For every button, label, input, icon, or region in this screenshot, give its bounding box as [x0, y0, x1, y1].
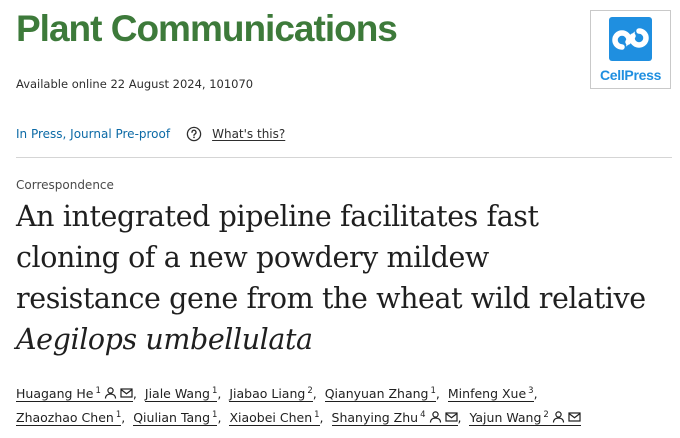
author-jiabao-liang[interactable]: Jiabao Liang 2 — [229, 385, 313, 402]
author-shanying-zhu[interactable]: Shanying Zhu 4 — [331, 409, 458, 426]
author-name: Qiulian Tang — [133, 410, 211, 425]
affiliation-sup: 3 — [528, 385, 534, 396]
author-qianyuan-zhang[interactable]: Qianyuan Zhang 1 — [324, 386, 436, 402]
author-zhaozhao-chen[interactable]: Zhaozhao Chen 1 — [16, 410, 122, 426]
author-huagang-he[interactable]: Huagang He 1 — [16, 386, 133, 402]
author-line-2: Zhaozhao Chen 1, Qiulian Tang 1, Xiaobei C… — [16, 406, 676, 430]
whats-this-link[interactable]: What's this? — [212, 127, 285, 141]
article-type: Correspondence — [16, 178, 114, 192]
journal-title[interactable]: Plant Communications — [16, 8, 398, 50]
title-line: cloning of a new powdery mildew — [16, 241, 489, 274]
divider — [16, 157, 672, 158]
author-name: Jiabao Liang — [229, 386, 306, 401]
title-species: Aegilops umbellulata — [16, 323, 313, 356]
in-press-link[interactable]: In Press, Journal Pre-proof — [16, 127, 170, 141]
person-icon — [552, 411, 564, 423]
cellpress-label: CellPress — [599, 67, 662, 83]
status-row: In Press, Journal Pre-proof What's this? — [16, 125, 285, 143]
author-name: Minfeng Xue — [447, 386, 527, 401]
author-name: Yajun Wang — [469, 410, 542, 425]
article-title: An integrated pipeline facilitates fast … — [16, 196, 676, 360]
author-name: Qianyuan Zhang — [324, 386, 429, 401]
author-line-1: Huagang He 1, Jiale Wang 1, Jiabao Liang 2,… — [16, 385, 538, 402]
author-xiaobei-chen[interactable]: Xiaobei Chen 1 — [229, 409, 320, 426]
question-circle-icon[interactable] — [186, 126, 202, 142]
email-icon — [120, 388, 133, 398]
availability-date: Available online 22 August 2024, 101070 — [16, 77, 254, 91]
author-name: Huagang He — [16, 386, 94, 401]
email-icon — [444, 412, 458, 422]
affiliation-sup: 1 — [314, 409, 320, 420]
person-icon — [429, 411, 441, 423]
author-jiale-wang[interactable]: Jiale Wang 1 — [144, 386, 218, 402]
publisher-logo[interactable]: CellPress — [590, 10, 671, 89]
author-name: Zhaozhao Chen — [16, 410, 114, 425]
person-icon — [104, 387, 117, 399]
affiliation-sup: 2 — [543, 409, 549, 420]
author-name: Xiaobei Chen — [229, 410, 313, 425]
author-yajun-wang[interactable]: Yajun Wang 2 — [469, 409, 581, 426]
author-minfeng-xue[interactable]: Minfeng Xue 3 — [447, 385, 534, 402]
cellpress-logo-icon — [609, 17, 652, 61]
author-name: Shanying Zhu — [331, 410, 419, 425]
title-line: An integrated pipeline facilitates fast — [16, 200, 539, 233]
author-qiulian-tang[interactable]: Qiulian Tang 1 — [133, 410, 218, 426]
affiliation-sup: 2 — [307, 385, 313, 396]
affiliation-sup: 4 — [420, 409, 426, 420]
affiliation-sup: 1 — [95, 385, 101, 396]
author-name: Jiale Wang — [144, 386, 210, 401]
author-list: Huagang He 1, Jiale Wang 1, Jiabao Liang 2,… — [16, 382, 676, 430]
email-icon — [568, 412, 581, 422]
title-line: resistance gene from the wheat wild rela… — [16, 282, 646, 315]
